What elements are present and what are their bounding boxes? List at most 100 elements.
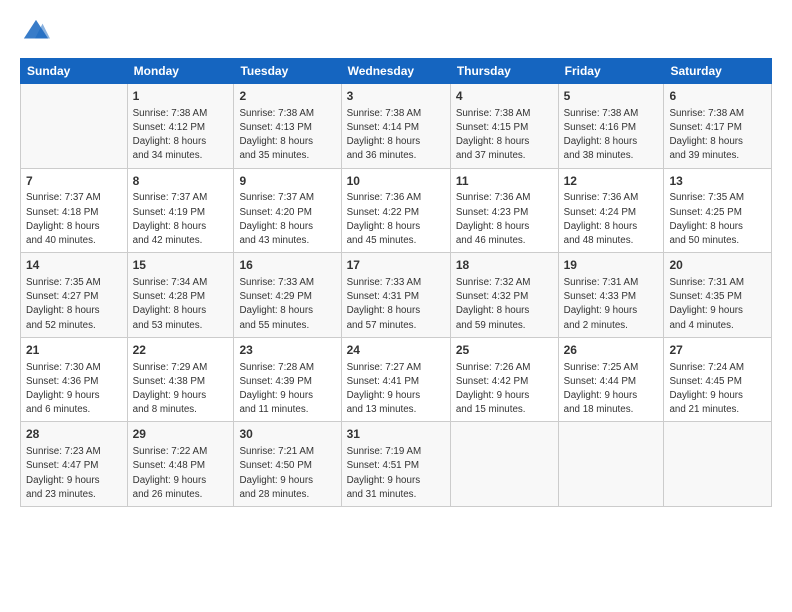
- day-number: 27: [669, 342, 766, 359]
- day-number: 11: [456, 173, 553, 190]
- dow-saturday: Saturday: [664, 59, 772, 84]
- day-info: Sunrise: 7:31 AM Sunset: 4:33 PM Dayligh…: [564, 276, 659, 333]
- day-info: Sunrise: 7:38 AM Sunset: 4:13 PM Dayligh…: [239, 107, 335, 164]
- day-info: Sunrise: 7:33 AM Sunset: 4:29 PM Dayligh…: [239, 276, 335, 333]
- day-number: 28: [26, 426, 122, 443]
- day-number: 12: [564, 173, 659, 190]
- day-info: Sunrise: 7:27 AM Sunset: 4:41 PM Dayligh…: [347, 361, 445, 418]
- day-cell: 4 Sunrise: 7:38 AM Sunset: 4:15 PM Daylig…: [450, 84, 558, 169]
- day-number: 3: [347, 88, 445, 105]
- calendar-table: SundayMondayTuesdayWednesdayThursdayFrid…: [20, 58, 772, 507]
- day-cell: 15 Sunrise: 7:34 AM Sunset: 4:28 PM Dayli…: [127, 253, 234, 338]
- day-cell: 21 Sunrise: 7:30 AM Sunset: 4:36 PM Dayli…: [21, 337, 128, 422]
- day-cell: 27 Sunrise: 7:24 AM Sunset: 4:45 PM Dayli…: [664, 337, 772, 422]
- logo-icon: [22, 18, 50, 46]
- logo: [20, 18, 50, 46]
- day-cell: 2 Sunrise: 7:38 AM Sunset: 4:13 PM Daylig…: [234, 84, 341, 169]
- day-info: Sunrise: 7:32 AM Sunset: 4:32 PM Dayligh…: [456, 276, 553, 333]
- day-cell: 3 Sunrise: 7:38 AM Sunset: 4:14 PM Daylig…: [341, 84, 450, 169]
- dow-tuesday: Tuesday: [234, 59, 341, 84]
- day-cell: 17 Sunrise: 7:33 AM Sunset: 4:31 PM Dayli…: [341, 253, 450, 338]
- day-number: 1: [133, 88, 229, 105]
- day-number: 23: [239, 342, 335, 359]
- day-info: Sunrise: 7:31 AM Sunset: 4:35 PM Dayligh…: [669, 276, 766, 333]
- day-number: 30: [239, 426, 335, 443]
- day-number: 31: [347, 426, 445, 443]
- day-cell: 8Sunrise: 7:37 AM Sunset: 4:19 PM Daylig…: [127, 168, 234, 253]
- day-cell: 19Sunrise: 7:31 AM Sunset: 4:33 PM Dayli…: [558, 253, 664, 338]
- day-cell: 10Sunrise: 7:36 AM Sunset: 4:22 PM Dayli…: [341, 168, 450, 253]
- calendar-body: 1 Sunrise: 7:38 AM Sunset: 4:12 PM Daylig…: [21, 84, 772, 507]
- day-number: 18: [456, 257, 553, 274]
- day-cell: [21, 84, 128, 169]
- week-row-3: 21 Sunrise: 7:30 AM Sunset: 4:36 PM Dayli…: [21, 337, 772, 422]
- dow-wednesday: Wednesday: [341, 59, 450, 84]
- day-info: Sunrise: 7:38 AM Sunset: 4:17 PM Dayligh…: [669, 107, 766, 164]
- day-cell: 12Sunrise: 7:36 AM Sunset: 4:24 PM Dayli…: [558, 168, 664, 253]
- week-row-2: 14Sunrise: 7:35 AM Sunset: 4:27 PM Dayli…: [21, 253, 772, 338]
- day-cell: 28 Sunrise: 7:23 AM Sunset: 4:47 PM Dayli…: [21, 422, 128, 507]
- day-info: Sunrise: 7:30 AM Sunset: 4:36 PM Dayligh…: [26, 361, 122, 418]
- day-number: 7: [26, 173, 122, 190]
- day-cell: 9Sunrise: 7:37 AM Sunset: 4:20 PM Daylig…: [234, 168, 341, 253]
- day-info: Sunrise: 7:38 AM Sunset: 4:14 PM Dayligh…: [347, 107, 445, 164]
- day-info: Sunrise: 7:34 AM Sunset: 4:28 PM Dayligh…: [133, 276, 229, 333]
- header: [20, 18, 772, 46]
- day-info: Sunrise: 7:36 AM Sunset: 4:22 PM Dayligh…: [347, 191, 445, 248]
- day-cell: 22Sunrise: 7:29 AM Sunset: 4:38 PM Dayli…: [127, 337, 234, 422]
- week-row-1: 7Sunrise: 7:37 AM Sunset: 4:18 PM Daylig…: [21, 168, 772, 253]
- day-number: 16: [239, 257, 335, 274]
- day-info: Sunrise: 7:38 AM Sunset: 4:16 PM Dayligh…: [564, 107, 659, 164]
- day-info: Sunrise: 7:26 AM Sunset: 4:42 PM Dayligh…: [456, 361, 553, 418]
- day-number: 29: [133, 426, 229, 443]
- dow-thursday: Thursday: [450, 59, 558, 84]
- day-info: Sunrise: 7:29 AM Sunset: 4:38 PM Dayligh…: [133, 361, 229, 418]
- day-cell: 5 Sunrise: 7:38 AM Sunset: 4:16 PM Daylig…: [558, 84, 664, 169]
- day-cell: 14Sunrise: 7:35 AM Sunset: 4:27 PM Dayli…: [21, 253, 128, 338]
- day-number: 5: [564, 88, 659, 105]
- day-of-week-header: SundayMondayTuesdayWednesdayThursdayFrid…: [21, 59, 772, 84]
- day-cell: [450, 422, 558, 507]
- day-info: Sunrise: 7:19 AM Sunset: 4:51 PM Dayligh…: [347, 445, 445, 502]
- day-cell: [558, 422, 664, 507]
- day-number: 25: [456, 342, 553, 359]
- day-info: Sunrise: 7:25 AM Sunset: 4:44 PM Dayligh…: [564, 361, 659, 418]
- day-cell: 30 Sunrise: 7:21 AM Sunset: 4:50 PM Dayli…: [234, 422, 341, 507]
- day-number: 8: [133, 173, 229, 190]
- day-cell: 6 Sunrise: 7:38 AM Sunset: 4:17 PM Daylig…: [664, 84, 772, 169]
- day-info: Sunrise: 7:23 AM Sunset: 4:47 PM Dayligh…: [26, 445, 122, 502]
- day-cell: 20 Sunrise: 7:31 AM Sunset: 4:35 PM Dayli…: [664, 253, 772, 338]
- day-info: Sunrise: 7:33 AM Sunset: 4:31 PM Dayligh…: [347, 276, 445, 333]
- day-cell: 1 Sunrise: 7:38 AM Sunset: 4:12 PM Daylig…: [127, 84, 234, 169]
- dow-sunday: Sunday: [21, 59, 128, 84]
- day-number: 21: [26, 342, 122, 359]
- week-row-0: 1 Sunrise: 7:38 AM Sunset: 4:12 PM Daylig…: [21, 84, 772, 169]
- day-info: Sunrise: 7:36 AM Sunset: 4:24 PM Dayligh…: [564, 191, 659, 248]
- day-number: 6: [669, 88, 766, 105]
- day-number: 20: [669, 257, 766, 274]
- day-number: 4: [456, 88, 553, 105]
- day-number: 2: [239, 88, 335, 105]
- day-cell: 26 Sunrise: 7:25 AM Sunset: 4:44 PM Dayli…: [558, 337, 664, 422]
- day-number: 17: [347, 257, 445, 274]
- day-cell: 13Sunrise: 7:35 AM Sunset: 4:25 PM Dayli…: [664, 168, 772, 253]
- day-cell: 24 Sunrise: 7:27 AM Sunset: 4:41 PM Dayli…: [341, 337, 450, 422]
- day-info: Sunrise: 7:38 AM Sunset: 4:15 PM Dayligh…: [456, 107, 553, 164]
- day-cell: 29Sunrise: 7:22 AM Sunset: 4:48 PM Dayli…: [127, 422, 234, 507]
- day-number: 15: [133, 257, 229, 274]
- day-cell: [664, 422, 772, 507]
- day-number: 26: [564, 342, 659, 359]
- week-row-4: 28 Sunrise: 7:23 AM Sunset: 4:47 PM Dayli…: [21, 422, 772, 507]
- day-info: Sunrise: 7:38 AM Sunset: 4:12 PM Dayligh…: [133, 107, 229, 164]
- day-number: 24: [347, 342, 445, 359]
- day-info: Sunrise: 7:21 AM Sunset: 4:50 PM Dayligh…: [239, 445, 335, 502]
- page: SundayMondayTuesdayWednesdayThursdayFrid…: [0, 0, 792, 517]
- day-info: Sunrise: 7:37 AM Sunset: 4:18 PM Dayligh…: [26, 191, 122, 248]
- day-cell: 31 Sunrise: 7:19 AM Sunset: 4:51 PM Dayli…: [341, 422, 450, 507]
- day-info: Sunrise: 7:37 AM Sunset: 4:19 PM Dayligh…: [133, 191, 229, 248]
- day-info: Sunrise: 7:24 AM Sunset: 4:45 PM Dayligh…: [669, 361, 766, 418]
- day-number: 9: [239, 173, 335, 190]
- day-cell: 18 Sunrise: 7:32 AM Sunset: 4:32 PM Dayli…: [450, 253, 558, 338]
- day-number: 14: [26, 257, 122, 274]
- day-cell: 16 Sunrise: 7:33 AM Sunset: 4:29 PM Dayli…: [234, 253, 341, 338]
